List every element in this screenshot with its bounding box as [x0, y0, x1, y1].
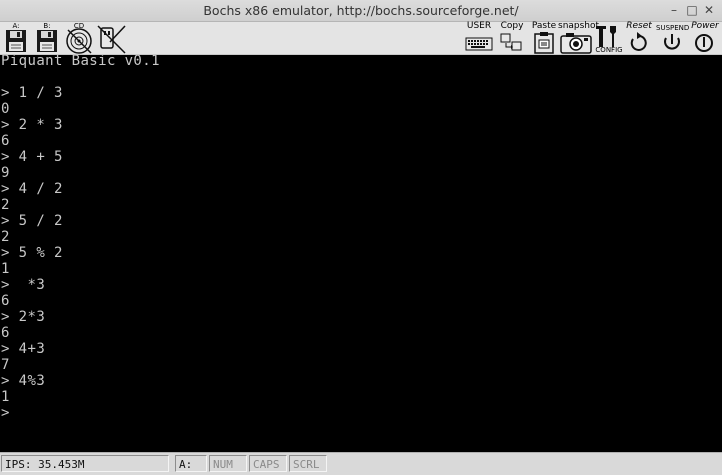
- reset-button[interactable]: Reset: [624, 21, 654, 55]
- title-bar[interactable]: Bochs x86 emulator, http://bochs.sourcef…: [0, 0, 722, 22]
- suspend-button[interactable]: SUSPEND: [656, 22, 689, 55]
- emulator-screen[interactable]: Piquant Basic v0.1 > 1 / 3 0 > 2 * 3 6 >…: [0, 55, 722, 452]
- terminal-line: > 4+3: [1, 341, 46, 357]
- toolbar: A: B: CD USER Copy Paste snapshot CONFIG…: [0, 21, 722, 55]
- terminal-line: 9: [1, 165, 10, 181]
- floppy-disk-icon: [37, 30, 57, 52]
- terminal-line: 0: [1, 101, 10, 117]
- num-lock-indicator: NUM: [209, 455, 247, 472]
- terminal-line: > 5 / 2: [1, 213, 63, 229]
- suspend-icon: [664, 34, 680, 50]
- bochs-window: Bochs x86 emulator, http://bochs.sourcef…: [0, 0, 722, 475]
- config-button[interactable]: CONFIG: [594, 22, 624, 55]
- drive-indicator: A:: [175, 455, 207, 472]
- reset-icon: [630, 32, 647, 51]
- floppy-a-button[interactable]: A:: [3, 22, 29, 55]
- ips-readout: IPS: 35.453M: [1, 455, 169, 472]
- window-title: Bochs x86 emulator, http://bochs.sourcef…: [203, 3, 519, 18]
- floppy-b-button[interactable]: B:: [34, 22, 60, 55]
- config-label: CONFIG: [595, 46, 623, 54]
- user-button[interactable]: USER: [464, 21, 494, 55]
- copy-icon: [500, 33, 522, 51]
- snapshot-button[interactable]: snapshot: [558, 21, 599, 55]
- status-bar: IPS: 35.453M A: NUM CAPS SCRL: [0, 452, 722, 475]
- scroll-lock-indicator: SCRL: [289, 455, 327, 472]
- terminal-line: 2: [1, 229, 10, 245]
- paste-icon: [534, 32, 554, 54]
- power-button[interactable]: Power: [690, 21, 720, 55]
- copy-button[interactable]: Copy: [498, 21, 526, 55]
- usb-button[interactable]: [96, 22, 128, 55]
- power-icon: [695, 34, 713, 52]
- minimize-button[interactable]: –: [666, 2, 682, 18]
- cdrom-button[interactable]: CD: [64, 22, 94, 55]
- terminal-line: 1: [1, 261, 10, 277]
- usb-drive-icon: [97, 25, 126, 54]
- terminal-line: > 4 + 5: [1, 149, 63, 165]
- terminal-prompt: >: [1, 405, 10, 421]
- terminal-line: 1: [1, 389, 10, 405]
- terminal-line: > 5 % 2: [1, 245, 63, 261]
- terminal-line: > 2 * 3: [1, 117, 63, 133]
- floppy-disk-icon: [6, 30, 26, 52]
- paste-button[interactable]: Paste: [530, 21, 558, 55]
- terminal-line: 2: [1, 197, 10, 213]
- terminal-line: 6: [1, 325, 10, 341]
- camera-icon: [560, 33, 592, 54]
- terminal-line: > 4 / 2: [1, 181, 63, 197]
- caps-lock-indicator: CAPS: [249, 455, 287, 472]
- terminal-line: 6: [1, 133, 10, 149]
- terminal-line: 6: [1, 293, 10, 309]
- terminal-line: 7: [1, 357, 10, 373]
- terminal-line: > *3: [1, 277, 46, 293]
- cdrom-icon: [66, 28, 92, 54]
- keyboard-icon: [465, 37, 493, 51]
- terminal-line: Piquant Basic v0.1: [1, 55, 160, 69]
- terminal-line: > 1 / 3: [1, 85, 63, 101]
- terminal-line: > 2*3: [1, 309, 46, 325]
- maximize-button[interactable]: □: [684, 2, 700, 18]
- close-button[interactable]: ✕: [701, 2, 717, 18]
- terminal-line: > 4%3: [1, 373, 46, 389]
